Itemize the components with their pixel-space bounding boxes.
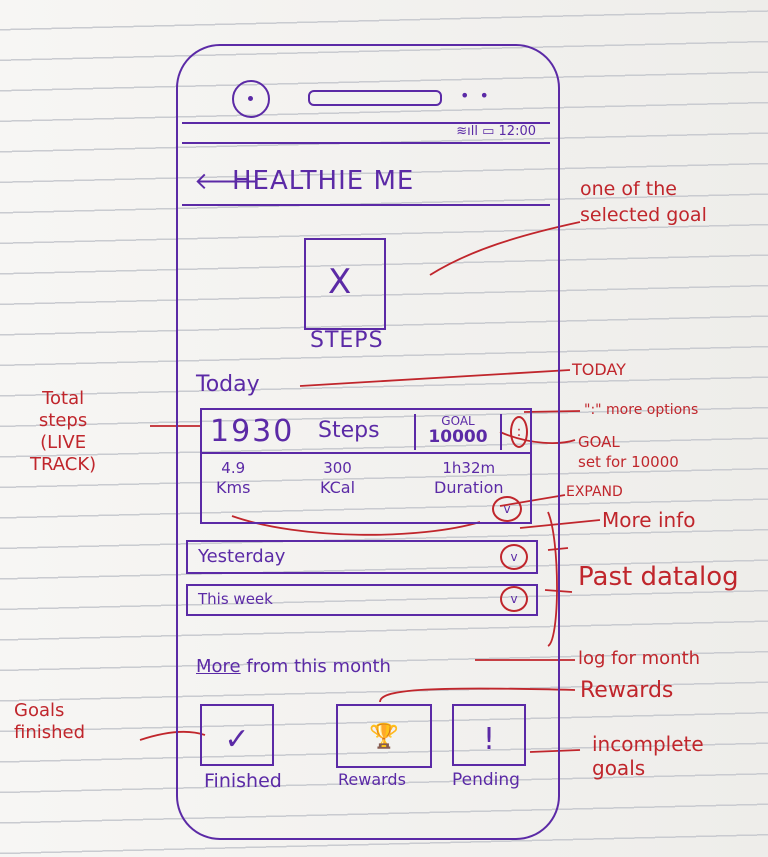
annotation-rewards: Rewards (580, 678, 674, 703)
app-bar: 🡐 HEALTHIE ME (182, 160, 550, 206)
camera-icon (232, 80, 270, 118)
annotation-expand: EXPAND (566, 484, 623, 500)
annotation-incomplete: incomplete goals (592, 732, 704, 780)
expand-chevron-icon[interactable]: v (492, 496, 522, 522)
past-row-this-week[interactable]: This week v (186, 584, 538, 616)
annotation-today: TODAY (572, 360, 626, 379)
month-text: from this month (246, 656, 391, 677)
app-title: HEALTHIE ME (232, 166, 415, 196)
past-row-label: This week (198, 590, 273, 608)
stat-unit: Duration (434, 478, 504, 497)
goal-badge-value: 10000 (428, 427, 488, 447)
finished-tile[interactable]: ✓ (200, 704, 274, 766)
status-bar: ≋ıll ▭ 12:00 (182, 122, 550, 144)
annotation-goals-finished: Goals finished (14, 700, 86, 743)
stat-unit: KCal (320, 478, 356, 497)
stat-value: 4.9 (221, 459, 246, 477)
chevron-down-icon[interactable]: v (500, 544, 528, 570)
finished-label: Finished (204, 770, 282, 792)
exclamation-icon: ! (482, 722, 496, 757)
today-heading: Today (196, 372, 260, 397)
stat-unit: Kms (216, 478, 251, 497)
more-link[interactable]: More (196, 656, 241, 677)
goal-badge: GOAL 10000 (414, 414, 502, 450)
annotation-past-data: Past datalog (578, 562, 739, 592)
annotation-selected-goal: one of the selected goal (580, 178, 707, 226)
speaker-grille (308, 90, 442, 106)
goal-badge-title: GOAL (441, 414, 475, 428)
status-time-text: 12:00 (498, 124, 536, 139)
card-divider (202, 452, 530, 454)
annotation-log-month: log for month (578, 648, 701, 669)
rewards-tile[interactable]: 🏆 (336, 704, 432, 768)
annotation-total-steps: Total steps (LIVE TRACK) (30, 388, 97, 475)
past-row-yesterday[interactable]: Yesterday v (186, 540, 538, 574)
stat-value: 1h32m (442, 459, 496, 477)
pending-tile[interactable]: ! (452, 704, 526, 766)
goal-label: STEPS (310, 328, 384, 353)
steps-count: 1930 (210, 414, 295, 449)
stat-value: 300 (323, 459, 352, 477)
annotation-more-options: ":" more options (584, 402, 699, 418)
trophy-icon: 🏆 (369, 722, 399, 750)
status-time: ≋ıll ▭ 12:00 (456, 124, 536, 139)
steps-unit: Steps (318, 418, 380, 443)
checkmark-icon: ✓ (224, 722, 250, 757)
signal-wifi-battery-icon: ≋ıll ▭ (456, 124, 499, 139)
more-options-icon[interactable]: : (510, 416, 528, 448)
today-card: 1930 Steps GOAL 10000 : 4.9 Kms 300 KCal… (200, 408, 532, 524)
chevron-down-icon[interactable]: v (500, 586, 528, 612)
pending-label: Pending (452, 770, 520, 790)
annotation-more-info: More info (602, 508, 696, 532)
rewards-label: Rewards (338, 770, 406, 789)
sensor-dots: •• (460, 86, 499, 105)
selected-goal-image[interactable]: X (304, 238, 386, 330)
stat-duration: 1h32m Duration (434, 458, 504, 498)
annotation-goal-set: GOAL set for 10000 (578, 433, 679, 471)
goal-icon: X (328, 262, 352, 302)
past-row-label: Yesterday (198, 546, 286, 567)
stat-distance: 4.9 Kms (216, 458, 250, 498)
stat-calories: 300 KCal (320, 458, 355, 498)
more-this-month[interactable]: More from this month (196, 656, 391, 677)
